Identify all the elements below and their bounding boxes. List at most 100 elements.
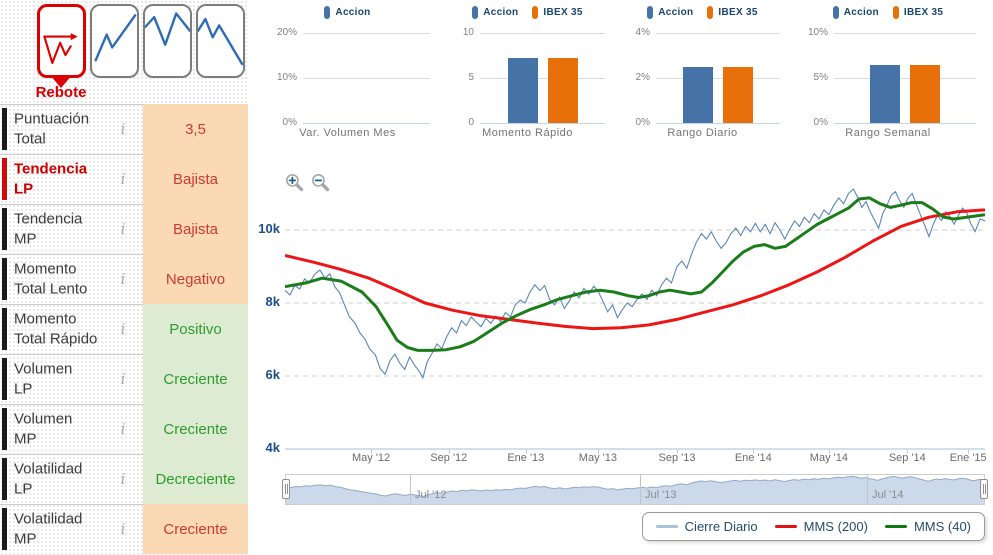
legend-item[interactable]: IBEX 35 <box>707 6 757 19</box>
indicator-label-line2: LP <box>14 480 33 497</box>
info-icon[interactable]: i <box>116 170 130 188</box>
legend-label: Accion <box>335 7 371 18</box>
indicator-marker <box>2 108 7 150</box>
x-axis-tick <box>907 449 909 454</box>
x-axis-tick <box>968 449 970 454</box>
indicator-marker <box>2 258 7 300</box>
legend-label: MMS (200) <box>803 519 868 534</box>
legend-item[interactable]: IBEX 35 <box>532 6 582 19</box>
legend-label: Accion <box>843 7 879 18</box>
x-axis-tick <box>828 449 830 454</box>
indicator-row-8[interactable]: Volatilidad MP i Creciente <box>0 504 248 554</box>
pattern-card-downtrend[interactable] <box>196 4 245 78</box>
info-icon[interactable]: i <box>116 270 130 288</box>
legend-marker-icon <box>324 6 331 19</box>
legend-item[interactable]: Accion <box>324 6 370 19</box>
indicator-row-4[interactable]: Momento Total Rápido i Positivo <box>0 304 248 354</box>
indicator-row-3[interactable]: Momento Total Lento i Negativo <box>0 254 248 304</box>
indicator-label-line1: Tendencia <box>14 160 88 178</box>
mini-chart-legend: Accion <box>255 6 440 19</box>
app-root: Rebote Puntuación Total i 3,5 Tendencia LP i Ba… <box>0 0 993 555</box>
indicator-label-line1: Momento <box>14 310 77 328</box>
legend-label: Cierre Diario <box>684 519 758 534</box>
gridline <box>656 78 780 79</box>
navigator-month-line <box>640 475 641 504</box>
legend-item[interactable]: Cierre Diario <box>655 519 758 534</box>
indicator-label: Momento Total Lento <box>14 260 87 299</box>
legend-label: Accion <box>483 7 519 18</box>
indicator-label-line2: MP <box>14 430 37 447</box>
info-icon[interactable]: i <box>116 370 130 388</box>
indicator-marker <box>2 308 7 350</box>
y-axis-label: 8k <box>265 294 280 309</box>
bar-accion <box>507 58 538 123</box>
bar-ibex-35 <box>723 66 753 123</box>
indicator-value: 3,5 <box>143 104 248 154</box>
indicator-label: Momento Total Rápido <box>14 310 97 349</box>
indicator-label-line1: Volumen <box>14 410 73 428</box>
indicator-value: Decreciente <box>143 454 248 504</box>
indicator-row-2[interactable]: Tendencia MP i Bajista <box>0 204 248 254</box>
gridline <box>480 78 605 79</box>
series-mms-200 <box>285 208 985 331</box>
indicator-label-line1: Volatilidad <box>14 510 83 528</box>
indicator-value: Negativo <box>143 254 248 304</box>
info-icon[interactable]: i <box>116 220 130 238</box>
legend-item[interactable]: Accion <box>832 6 879 19</box>
legend-label: IBEX 35 <box>543 7 583 18</box>
legend-line-icon <box>774 525 797 528</box>
indicator-label: Volumen MP <box>14 410 72 449</box>
bar-accion <box>683 66 713 123</box>
indicator-row-5[interactable]: Volumen LP i Creciente <box>0 354 248 404</box>
indicator-label-line2: MP <box>14 230 37 247</box>
indicator-row-0[interactable]: Puntuación Total i 3,5 <box>0 104 248 154</box>
y-tick-label: 10% <box>276 72 297 83</box>
x-axis-tick <box>753 449 755 454</box>
gridline <box>303 33 430 34</box>
pattern-card-uptrend[interactable] <box>90 4 139 78</box>
x-axis-tick <box>371 449 373 454</box>
legend-label: IBEX 35 <box>718 7 758 18</box>
indicator-label-line2: LP <box>14 180 34 197</box>
indicator-label-line2: LP <box>14 380 33 397</box>
indicator-label-line1: Tendencia <box>14 210 83 228</box>
navigator-left-handle[interactable] <box>282 479 290 499</box>
indicator-label: Tendencia LP <box>14 160 87 199</box>
navigator-month-label: Jul '12 <box>415 489 447 501</box>
y-tick-label: 5 <box>468 72 474 83</box>
info-icon[interactable]: i <box>116 320 130 338</box>
indicator-label-line2: Total Lento <box>14 280 88 297</box>
legend-line-icon <box>655 525 678 528</box>
info-icon[interactable]: i <box>116 420 130 438</box>
indicator-label-line1: Puntuación <box>14 110 90 128</box>
pattern-card-rebote[interactable] <box>37 4 86 78</box>
navigator-right-handle[interactable] <box>980 479 988 499</box>
legend-item[interactable]: Accion <box>472 6 518 19</box>
legend-marker-icon <box>532 6 539 19</box>
indicator-label: Puntuación Total <box>14 110 89 149</box>
navigator[interactable]: Jul '12 Jul '13 Jul '14 <box>282 474 988 505</box>
bar-ibex-35 <box>910 64 940 123</box>
gridline <box>303 78 430 79</box>
indicator-row-6[interactable]: Volumen MP i Creciente <box>0 404 248 454</box>
price-chart[interactable] <box>285 180 985 450</box>
indicator-label: Volatilidad LP <box>14 460 82 499</box>
double-top-pattern-icon <box>145 12 190 46</box>
x-axis-tick <box>448 449 450 454</box>
legend-item[interactable]: MMS (40) <box>884 519 971 534</box>
info-icon[interactable]: i <box>116 120 130 138</box>
legend-label: Accion <box>658 7 694 18</box>
indicator-row-1[interactable]: Tendencia LP i Bajista <box>0 154 248 204</box>
pattern-card-double-top[interactable] <box>143 4 192 78</box>
legend-label: IBEX 35 <box>903 7 944 18</box>
mini-chart-legend: Accion IBEX 35 <box>790 6 986 19</box>
legend-item[interactable]: Accion <box>647 6 693 19</box>
legend-item[interactable]: IBEX 35 <box>892 6 944 19</box>
info-icon[interactable]: i <box>116 520 130 538</box>
legend-item[interactable]: MMS (200) <box>774 519 868 534</box>
indicator-row-7[interactable]: Volatilidad LP i Decreciente <box>0 454 248 504</box>
indicator-label-line1: Momento <box>14 260 77 278</box>
gridline <box>834 78 976 79</box>
x-axis-tick <box>677 449 678 454</box>
info-icon[interactable]: i <box>116 470 130 488</box>
